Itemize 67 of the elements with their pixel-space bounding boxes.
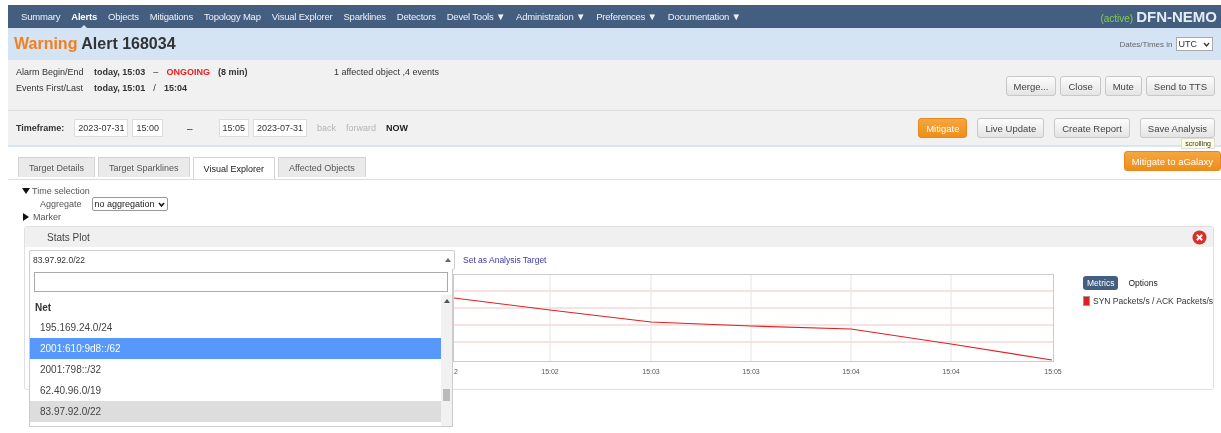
status-text: ONGOING [166,67,210,77]
search-field[interactable] [34,272,448,292]
toolbar-button[interactable]: Save Analysis [1139,118,1215,138]
action-button[interactable]: Mute [1104,76,1142,96]
analysis-target-link[interactable]: Set as Analysis Target [463,255,547,265]
alert-title: Warning Alert 168034 [14,35,176,53]
nav-item[interactable]: Sparklines [343,11,386,22]
chevron-down-icon [1203,41,1210,47]
timeframe-label: Timeframe: [16,123,65,133]
date-field[interactable]: 2023-07-31 [74,119,129,137]
nav-item[interactable]: Mitigations [149,11,193,22]
nav-item[interactable]: Topology Map [204,11,261,22]
tab[interactable]: Target Sparklines [98,157,190,177]
nav-item[interactable]: Detectors [396,11,436,22]
nav-item[interactable]: Administration ▼ [516,11,586,22]
expand-triangle-icon[interactable] [23,213,29,221]
summary-text: 1 affected object ,4 events [334,67,439,77]
separator-text: – [153,67,159,77]
field-value: today, 15:03 [94,67,146,77]
toolbar-button[interactable]: Live Update [977,118,1045,138]
date-field[interactable]: 2023-07-31 [253,119,308,137]
panel-title: Stats Plot [47,231,90,243]
section-toggle[interactable]: Marker [33,212,61,222]
field-label: Alarm Begin/End [16,67,85,77]
field-label: Events First/Last [16,83,85,93]
section-toggle[interactable]: Time selection [32,186,90,196]
nav-item[interactable]: Summary [21,11,61,22]
toolbar-button[interactable]: Create Report [1054,118,1130,138]
legend-tab[interactable]: Metrics [1083,276,1119,290]
collapse-triangle-icon[interactable] [22,188,30,194]
timezone-label: Dates/Times in [1119,39,1173,49]
separator-text: / [153,83,156,93]
group-label: Net [34,301,53,315]
dropdown-option[interactable]: 2001:798::/32 [30,359,441,380]
nav-item[interactable]: Documentation ▼ [667,11,741,22]
nav-item[interactable]: Visual Explorer [271,11,333,22]
aggregate-label: Aggregate [40,199,82,209]
aggregate-select[interactable]: no aggregation [91,197,168,211]
nav-item[interactable]: Devel Tools ▼ [446,11,506,22]
action-button[interactable]: Merge... [1005,76,1057,96]
action-button[interactable]: Send to TTS [1145,76,1215,96]
tab[interactable]: Affected Objects [277,157,366,177]
scrollbar[interactable] [441,295,452,426]
close-icon[interactable] [1192,229,1207,245]
legend-tab[interactable]: Options [1124,276,1162,290]
status-label: (active) [1100,13,1134,24]
tab[interactable]: Visual Explorer [192,157,275,179]
timezone-select[interactable]: UTC [1175,37,1213,51]
caret-icon [445,258,451,262]
chevron-down-icon [157,201,165,207]
separator-text: – [186,122,193,134]
dropdown-option[interactable]: 195.169.24.0/24 [30,317,441,338]
duration-text: (8 min) [217,67,248,77]
target-select[interactable]: 83.97.92.0/22 [29,250,455,270]
nav-item[interactable]: Preferences ▼ [596,11,657,22]
field-value: 15:04 [163,83,187,93]
tab[interactable]: Target Details [18,157,96,177]
legend-label: SYN Packets/s / ACK Packets/s [1093,296,1213,306]
nav-item[interactable]: Objects [108,11,139,22]
action-button[interactable]: Close [1060,76,1101,96]
time-field[interactable]: 15:00 [132,119,163,137]
nav-link[interactable]: NOW [386,123,409,133]
field-value: today, 15:01 [94,83,146,93]
brand-name: DFN-NEMO [1136,8,1217,25]
time-field[interactable]: 15:05 [218,119,250,137]
dropdown-option[interactable]: 62.40.96.0/19 [30,380,441,401]
dropdown-option[interactable]: 83.97.92.0/22 [30,401,441,422]
